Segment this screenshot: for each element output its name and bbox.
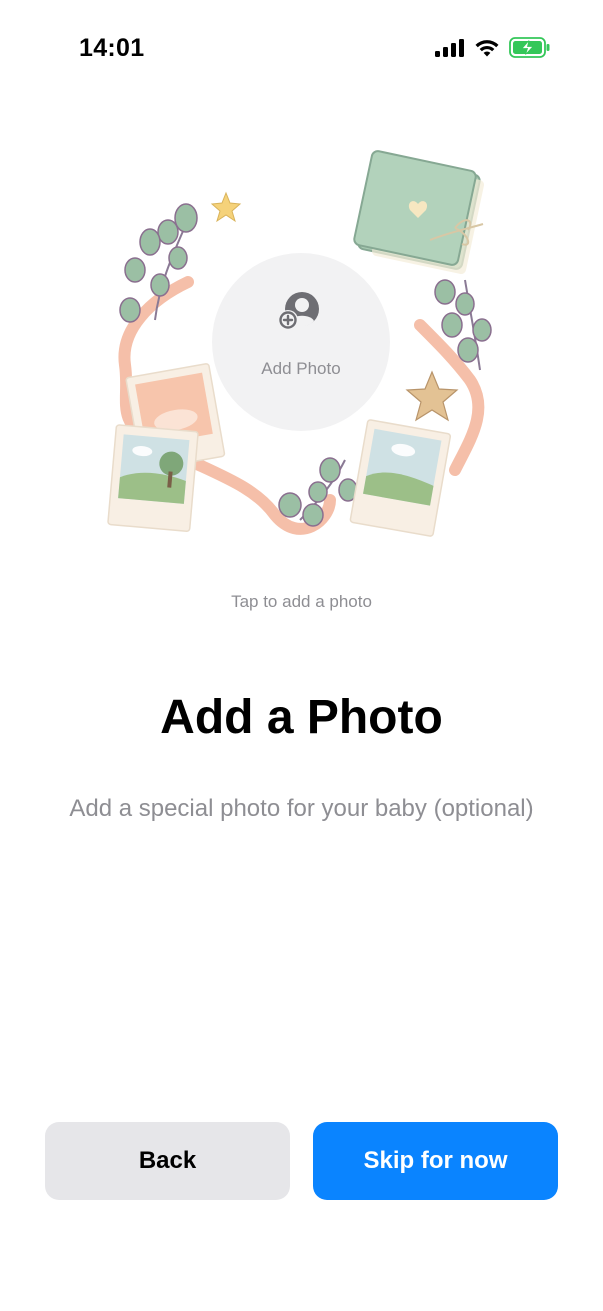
add-photo-label: Add Photo	[261, 358, 341, 378]
polaroid-landscape-icon	[349, 419, 452, 537]
page-title: Add a Photo	[160, 691, 443, 744]
status-icons	[435, 37, 551, 63]
battery-charging-icon	[509, 37, 551, 63]
tap-hint-text: Tap to add a photo	[231, 592, 372, 611]
star-icon	[210, 191, 242, 223]
wifi-icon	[474, 38, 500, 63]
onboarding-add-photo-screen: 14:01 Add Photo Tap to add a photo Add a…	[0, 0, 603, 1311]
page-subtitle: Add a special photo for your baby (optio…	[69, 795, 534, 822]
status-bar: 14:01	[0, 0, 603, 96]
add-photo-button[interactable]: Add Photo	[212, 253, 390, 431]
back-button[interactable]: Back	[45, 1122, 290, 1200]
add-person-icon	[278, 291, 324, 337]
leaf-branch-left-icon	[119, 203, 198, 323]
wooden-star-icon	[405, 370, 459, 422]
skip-button[interactable]: Skip for now	[313, 1122, 558, 1200]
baby-book-icon	[353, 150, 485, 275]
status-time: 14:01	[79, 34, 145, 62]
cellular-signal-icon	[435, 38, 465, 63]
polaroid-landscape-icon	[107, 424, 199, 532]
leaf-branch-bottom-icon	[278, 457, 358, 527]
